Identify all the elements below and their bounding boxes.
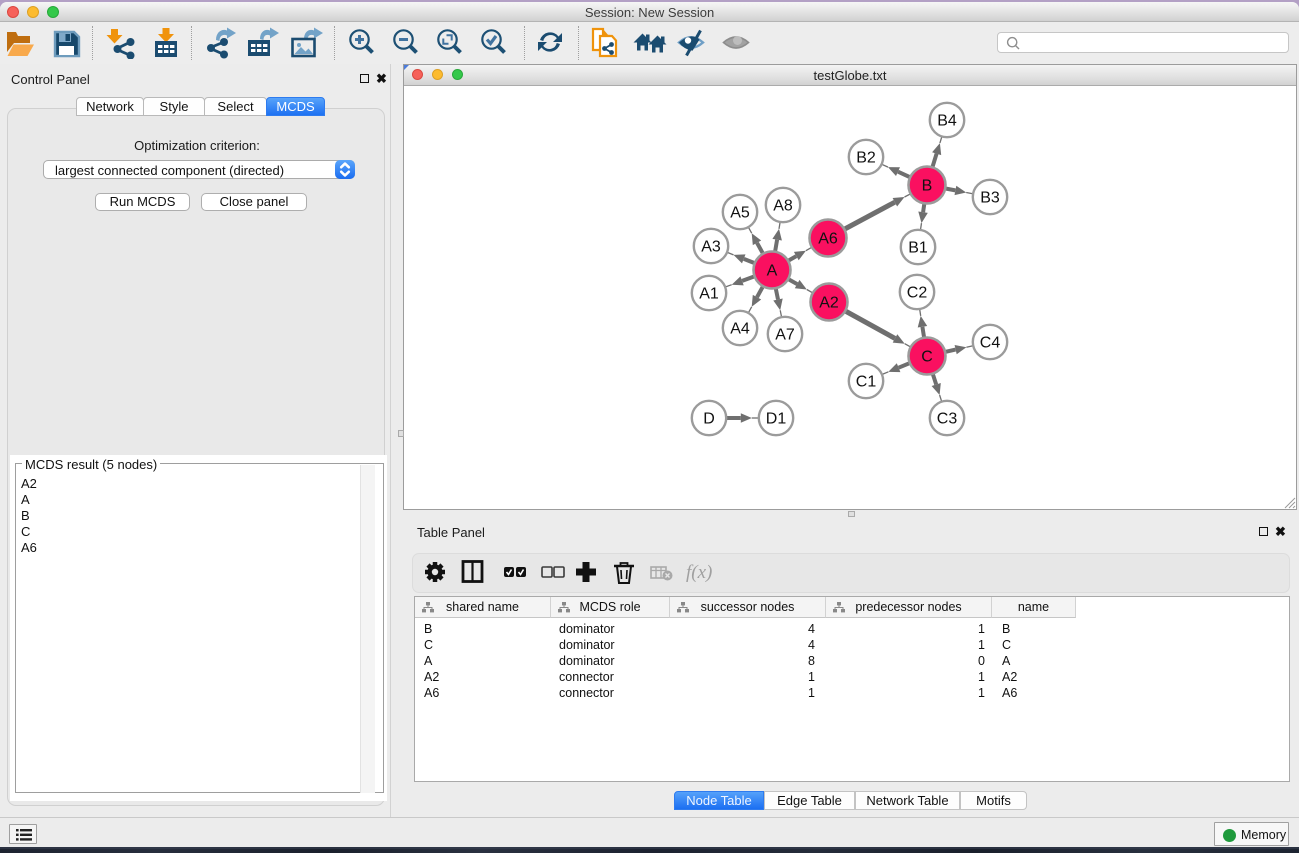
svg-text:A3: A3 [701,239,721,256]
svg-text:C: C [921,349,933,366]
svg-text:D: D [703,411,715,428]
svg-text:C3: C3 [937,411,958,428]
svg-text:C2: C2 [907,285,928,302]
svg-text:C1: C1 [856,374,877,391]
svg-text:A4: A4 [730,321,750,338]
svg-text:A6: A6 [818,231,838,248]
svg-text:B2: B2 [856,150,876,167]
svg-text:A8: A8 [773,198,793,215]
svg-text:A: A [767,263,778,280]
svg-text:f(x): f(x) [686,562,712,583]
svg-text:A1: A1 [699,286,719,303]
svg-text:B1: B1 [908,240,928,257]
svg-text:B: B [922,178,933,195]
svg-text:B4: B4 [937,113,957,130]
svg-text:C4: C4 [980,335,1001,352]
svg-text:A7: A7 [775,327,795,344]
svg-text:A2: A2 [819,295,839,312]
svg-text:D1: D1 [766,411,787,428]
svg-text:B3: B3 [980,190,1000,207]
svg-text:A5: A5 [730,205,750,222]
